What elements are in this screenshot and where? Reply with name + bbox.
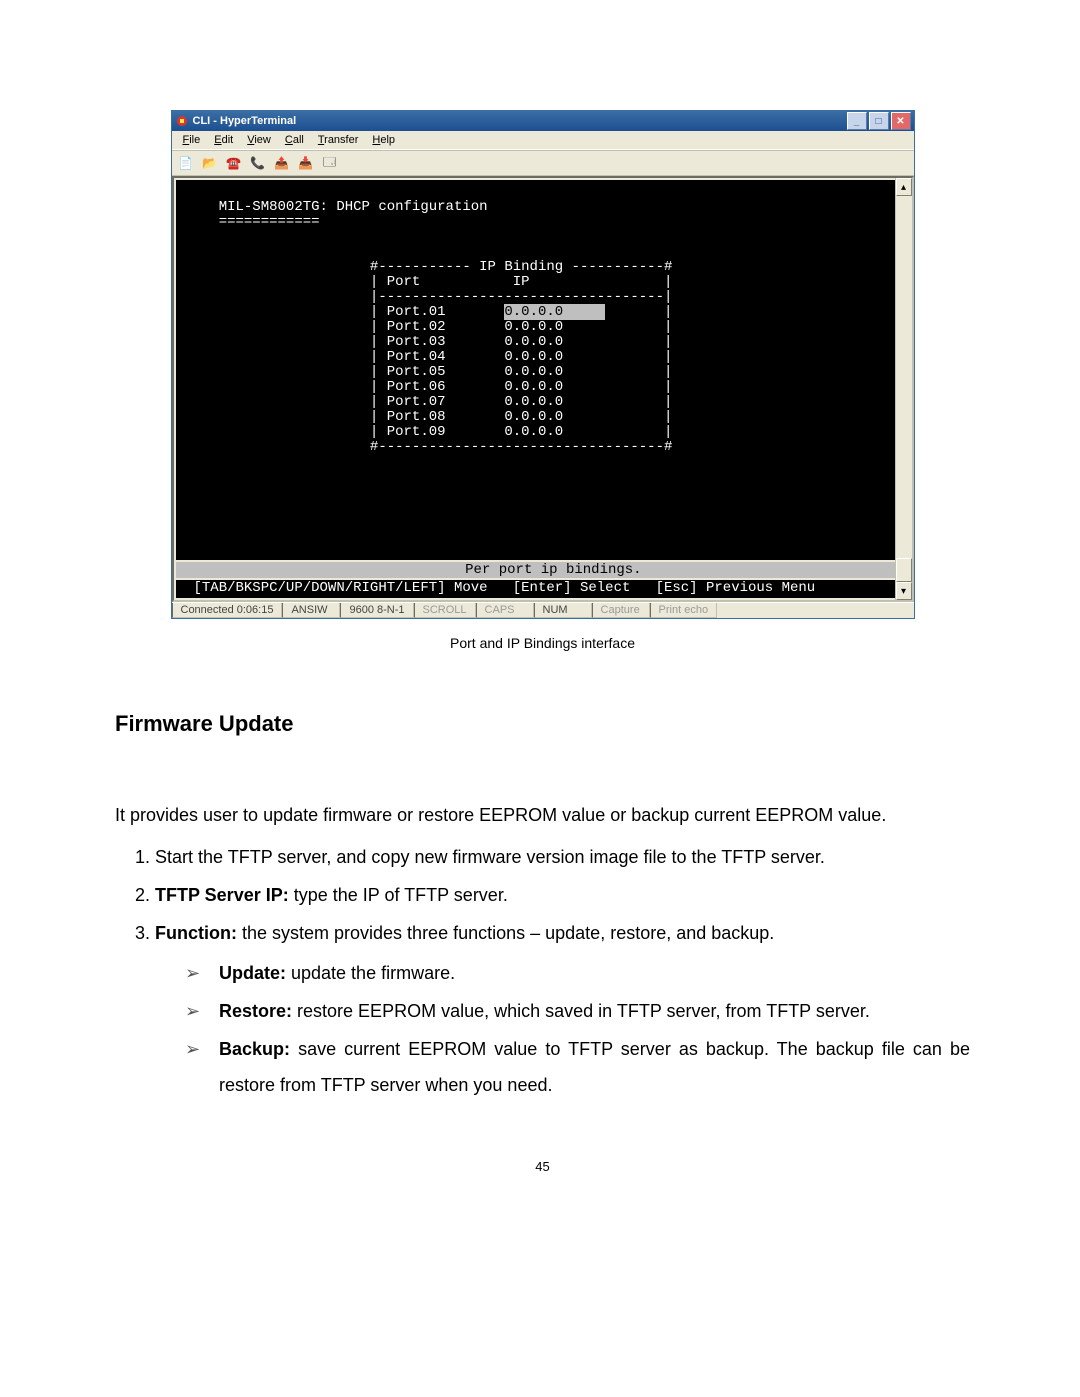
- hyperterminal-window: CLI - HyperTerminal _ □ ✕ File Edit View…: [171, 110, 915, 619]
- figure-caption: Port and IP Bindings interface: [115, 635, 970, 651]
- properties-icon[interactable]: 🗔: [321, 154, 339, 172]
- page-number: 45: [115, 1159, 970, 1174]
- disconnect-icon[interactable]: 📞: [249, 154, 267, 172]
- app-icon: [175, 114, 189, 128]
- menu-file[interactable]: File: [176, 133, 208, 147]
- list-item: Function: the system provides three func…: [155, 915, 970, 951]
- menu-edit[interactable]: Edit: [207, 133, 240, 147]
- vertical-scrollbar[interactable]: ▴ ▾: [895, 178, 912, 600]
- list-item: TFTP Server IP: type the IP of TFTP serv…: [155, 877, 970, 913]
- scroll-down-icon[interactable]: ▾: [896, 582, 912, 600]
- numbered-list: Start the TFTP server, and copy new firm…: [115, 839, 970, 951]
- scroll-up-icon[interactable]: ▴: [896, 178, 912, 196]
- section-heading: Firmware Update: [115, 711, 970, 737]
- close-button[interactable]: ✕: [891, 112, 911, 130]
- terminal-nav-line: [TAB/BKSPC/UP/DOWN/RIGHT/LEFT] Move [Ent…: [176, 580, 910, 598]
- send-icon[interactable]: 📤: [273, 154, 291, 172]
- document-page: CLI - HyperTerminal _ □ ✕ File Edit View…: [0, 0, 1080, 1234]
- minimize-button[interactable]: _: [847, 112, 867, 130]
- status-connected: Connected 0:06:15: [172, 603, 283, 618]
- window-title: CLI - HyperTerminal: [193, 115, 847, 127]
- intro-paragraph: It provides user to update firmware or r…: [115, 797, 970, 833]
- menu-view[interactable]: View: [240, 133, 278, 147]
- status-scroll: SCROLL: [414, 603, 476, 618]
- open-icon[interactable]: 📂: [201, 154, 219, 172]
- list-item: Restore: restore EEPROM value, which sav…: [185, 993, 970, 1029]
- new-icon[interactable]: 📄: [177, 154, 195, 172]
- terminal[interactable]: MIL-SM8002TG: DHCP configuration =======…: [176, 180, 910, 560]
- list-item: Update: update the firmware.: [185, 955, 970, 991]
- titlebar: CLI - HyperTerminal _ □ ✕: [172, 111, 914, 131]
- connect-icon[interactable]: ☎️: [225, 154, 243, 172]
- maximize-button[interactable]: □: [869, 112, 889, 130]
- terminal-wrap: MIL-SM8002TG: DHCP configuration =======…: [172, 176, 914, 602]
- status-echo: Print echo: [650, 603, 718, 618]
- status-emulation: ANSIW: [282, 603, 340, 618]
- statusbar: Connected 0:06:15 ANSIW 9600 8-N-1 SCROL…: [172, 602, 914, 618]
- status-caps: CAPS: [476, 603, 534, 618]
- status-baud: 9600 8-N-1: [340, 603, 413, 618]
- scroll-thumb[interactable]: [896, 558, 912, 582]
- status-num: NUM: [534, 603, 592, 618]
- receive-icon[interactable]: 📥: [297, 154, 315, 172]
- list-item: Start the TFTP server, and copy new firm…: [155, 839, 970, 875]
- toolbar: 📄 📂 ☎️ 📞 📤 📥 🗔: [172, 150, 914, 176]
- sub-list: Update: update the firmware. Restore: re…: [115, 955, 970, 1103]
- menubar: File Edit View Call Transfer Help: [172, 131, 914, 150]
- terminal-status-line: Per port ip bindings.: [176, 562, 910, 578]
- list-item: Backup: save current EEPROM value to TFT…: [185, 1031, 970, 1103]
- menu-call[interactable]: Call: [278, 133, 311, 147]
- window-controls: _ □ ✕: [847, 112, 911, 130]
- menu-transfer[interactable]: Transfer: [311, 133, 366, 147]
- status-capture: Capture: [592, 603, 650, 618]
- menu-help[interactable]: Help: [365, 133, 402, 147]
